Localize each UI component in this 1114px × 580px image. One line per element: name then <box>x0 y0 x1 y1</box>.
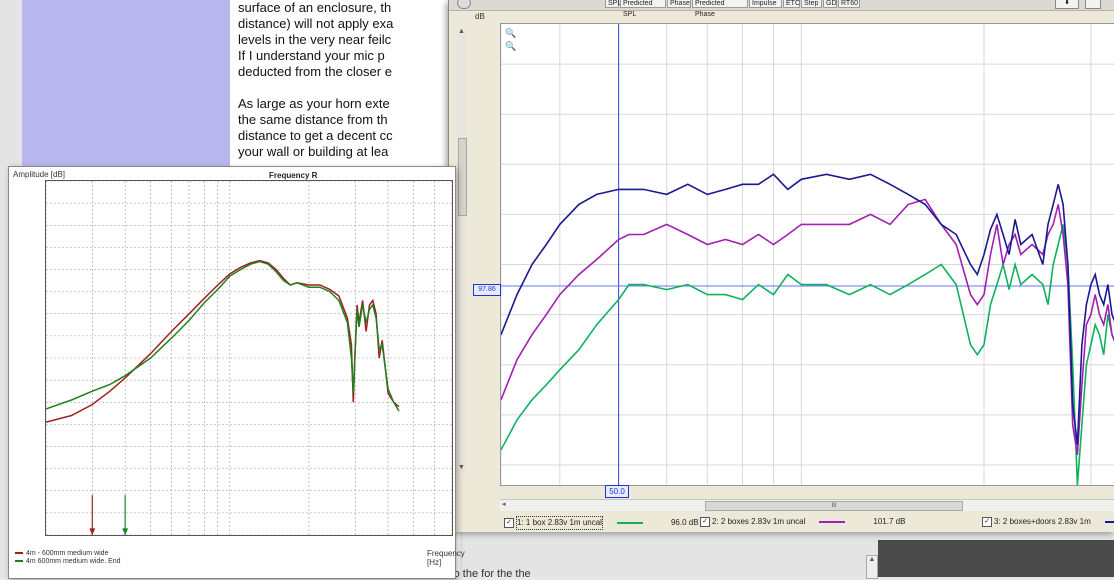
tab-predicted-spl[interactable]: Predicted SPL <box>620 0 666 18</box>
tab-step[interactable]: Step <box>801 0 822 8</box>
legend-label: 3: 2 boxes+doors 2.83v 1m <box>994 517 1091 526</box>
legend-checkbox[interactable]: ✓ <box>504 517 514 528</box>
legend-item: ✓ 2: 2 boxes 2.83v 1m uncal 101.7 dB <box>700 516 905 528</box>
legend-checkbox[interactable]: ✓ <box>700 516 710 527</box>
cursor-y-readout: 97.86 <box>473 284 501 296</box>
zoom-in-icon[interactable]: 🔍 <box>505 28 516 39</box>
post-line: distance to get a decent cc <box>238 128 393 143</box>
scroll-grip: III <box>831 503 837 509</box>
legend-item: 4m 600mm medium wide. End <box>15 558 121 566</box>
gating-arrow-icon <box>122 528 129 535</box>
spl-plot-area[interactable]: 🔍 🔍 <box>500 23 1114 486</box>
rew-window: SPL Predicted SPL Phase Predicted Phase Impu… <box>448 0 1114 532</box>
y-unit-label: dB <box>475 12 485 21</box>
legend-swatch <box>1104 520 1114 523</box>
post-line: deducted from the closer e <box>238 64 392 79</box>
gating-arrow-icon <box>89 528 96 535</box>
legend-item: ✓ 1: 1 box 2.83v 1m uncal 96.0 dB <box>504 516 699 530</box>
legend-swatch <box>616 521 643 524</box>
settings-icon[interactable] <box>457 0 471 9</box>
frequency-response-plot[interactable] <box>45 180 453 536</box>
dark-panel <box>878 540 1114 577</box>
response-line-2 <box>45 260 400 412</box>
horizontal-scrollbar[interactable]: ◂ III <box>500 499 1114 511</box>
horizontal-scroll-thumb[interactable]: III <box>705 501 963 511</box>
tab-predicted-phase[interactable]: Predicted Phase <box>692 0 748 18</box>
legend-swatch <box>15 560 23 563</box>
tab-phase[interactable]: Phase <box>667 0 691 8</box>
page-scroll-up-icon[interactable]: ▲ <box>866 555 878 579</box>
post-line: levels in the very near feilc <box>238 32 392 47</box>
legend-value: 96.0 dB <box>670 518 699 527</box>
plot-title: Frequency R <box>269 171 318 180</box>
post-line <box>238 80 458 96</box>
scroll-up-icon[interactable]: ▲ <box>458 28 465 35</box>
legend-label: 2: 2 boxes 2.83v 1m uncal <box>712 517 806 526</box>
spl-chart <box>500 24 1114 486</box>
forum-post-text: surface of an enclosure, th distance) wil… <box>238 0 458 160</box>
trace-legend: ✓ 1: 1 box 2.83v 1m uncal 96.0 dB ✓ 2: 2 box… <box>500 513 1114 531</box>
tab-impulse[interactable]: Impulse <box>749 0 782 8</box>
post-line: As large as your horn exte <box>238 96 390 111</box>
graph-toolbar: SPL Predicted SPL Phase Predicted Phase Impu… <box>449 0 1114 18</box>
post-line: surface of an enclosure, th <box>238 0 392 15</box>
post-line: If I understand your mic p <box>238 48 385 63</box>
tab-etc[interactable]: ETC <box>783 0 800 8</box>
post-line: distance) will not apply exa <box>238 16 394 31</box>
legend-value: 101.7 dB <box>873 517 906 526</box>
legend-item: ✓ 3: 2 boxes+doors 2.83v 1m <box>982 516 1114 528</box>
download-icon[interactable]: ⬇ <box>1055 0 1079 9</box>
post-line: the same distance from th <box>238 112 388 127</box>
scroll-down-icon[interactable]: ▼ <box>458 464 465 471</box>
tab-spl[interactable]: SPL <box>605 0 621 8</box>
measurement-legend: 4m - 600mm medium wide 4m 600mm medium wi… <box>15 550 121 566</box>
vertical-scrollbar[interactable]: ▲ ▼ <box>457 28 467 474</box>
legend-item: 4m - 600mm medium wide <box>15 550 121 558</box>
frequency-axis-label: Frequency [Hz] <box>427 549 465 567</box>
series-line-2 <box>500 198 1114 456</box>
legend-label: 4m 600mm medium wide. End <box>26 558 121 565</box>
legend-checkbox[interactable]: ✓ <box>982 516 992 527</box>
frequency-response-window: Amplitude [dB] Frequency R Frequency [Hz… <box>8 166 465 579</box>
tab-rt60[interactable]: RT60 <box>838 0 860 8</box>
scroll-left-icon[interactable]: ◂ <box>502 500 506 508</box>
cursor-x-readout: 50.0 <box>605 485 629 498</box>
legend-swatch <box>15 552 23 555</box>
legend-label: 4m - 600mm medium wide <box>26 550 109 557</box>
zoom-icon[interactable] <box>1085 0 1101 9</box>
zoom-out-icon[interactable]: 🔍 <box>505 41 516 52</box>
post-line: your wall or building at lea <box>238 144 389 159</box>
frequency-response-chart <box>45 180 453 536</box>
vertical-scroll-thumb[interactable] <box>458 138 467 216</box>
tab-gd[interactable]: GD <box>823 0 837 8</box>
amplitude-axis-label: Amplitude [dB] <box>13 170 66 179</box>
legend-label: 1: 1 box 2.83v 1m uncal <box>516 516 603 530</box>
legend-swatch <box>819 520 846 523</box>
